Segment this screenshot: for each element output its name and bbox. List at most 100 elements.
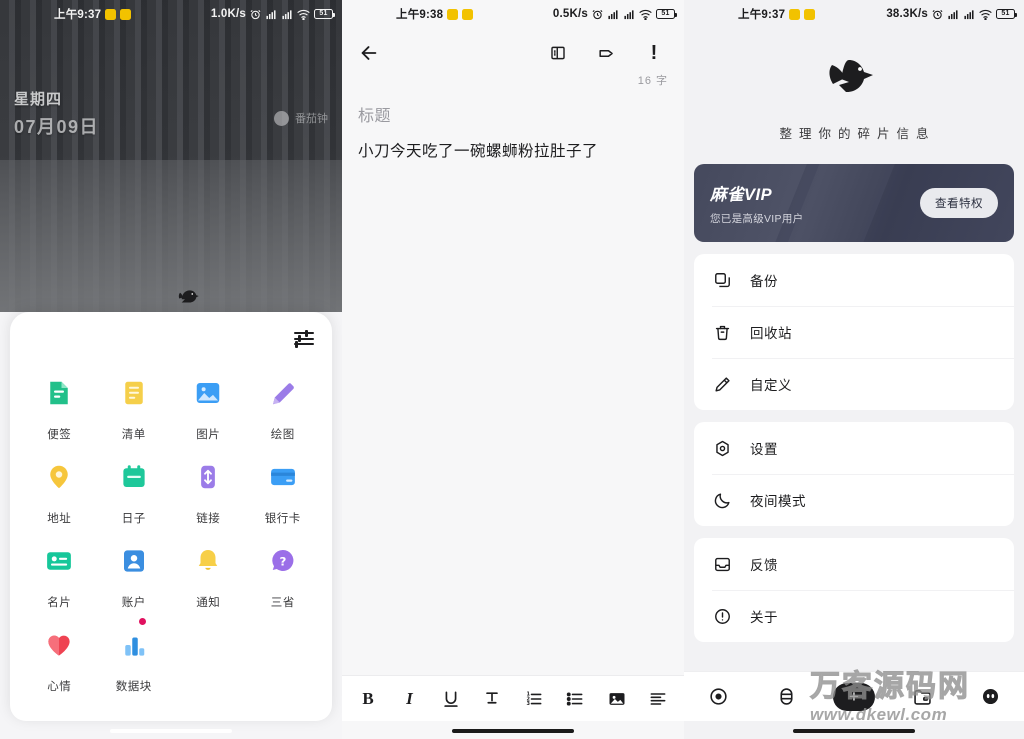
question-icon: ? (260, 538, 306, 584)
widget-label: 便签 (47, 429, 72, 441)
status-time: 上午9:37 (738, 9, 786, 21)
home-indicator-panel1[interactable] (110, 729, 232, 733)
widget-label: 地址 (47, 513, 72, 525)
home-indicator-panel2[interactable] (452, 729, 574, 733)
nav-folder-icon[interactable] (888, 686, 956, 707)
widget-item-address[interactable]: 地址 (22, 444, 97, 526)
nav-add-button[interactable]: + (820, 682, 888, 711)
widget-item-businesscard[interactable]: 名片 (22, 528, 97, 610)
pencil-edit-icon (712, 374, 732, 394)
view-privileges-button[interactable]: 查看特权 (920, 188, 998, 218)
widget-label: 图片 (196, 429, 221, 441)
widget-item-draw[interactable]: 绘图 (246, 360, 321, 442)
wallpaper (0, 0, 342, 312)
menu-label: 备份 (750, 274, 778, 289)
signal-icon-1 (266, 9, 276, 19)
bullet-list-button[interactable] (563, 687, 587, 711)
strikethrough-button[interactable] (480, 687, 504, 711)
pencil-icon (260, 370, 306, 416)
account-icon (111, 538, 157, 584)
wifi-icon (639, 9, 652, 20)
menu-item-recycle-bin[interactable]: 回收站 (694, 306, 1014, 358)
menu-item-customize[interactable]: 自定义 (694, 358, 1014, 410)
menu-item-night-mode[interactable]: 夜间模式 (694, 474, 1014, 526)
status-left: 上午9:38 (396, 6, 474, 22)
note-editor-topbar: ! (342, 28, 684, 68)
menu-label: 自定义 (750, 378, 792, 393)
menu-label: 反馈 (750, 558, 778, 573)
signal-icon-2 (964, 9, 974, 19)
widget-item-image[interactable]: 图片 (171, 360, 246, 442)
priority-icon[interactable]: ! (644, 43, 664, 63)
menu-item-settings[interactable]: 设置 (694, 422, 1014, 474)
widget-item-sansheng[interactable]: ? 三省 (246, 528, 321, 610)
align-button[interactable] (646, 687, 670, 711)
widget-item-account[interactable]: 账户 (97, 528, 172, 610)
settings-gear-icon (712, 438, 732, 458)
home-indicator-panel3[interactable] (793, 729, 915, 733)
status-network-speed: 38.3K/s (886, 8, 928, 20)
tag-icon[interactable] (596, 43, 616, 63)
status-app-chip-2 (804, 8, 816, 20)
checklist-icon (111, 370, 157, 416)
insert-image-button[interactable] (605, 687, 629, 711)
vip-banner-card[interactable]: 麻雀VIP 您已是高级VIP用户 查看特权 (694, 164, 1014, 242)
nav-record-icon[interactable] (684, 686, 752, 707)
status-time: 上午9:37 (54, 9, 102, 21)
vip-subtitle: 您已是高级VIP用户 (710, 212, 804, 225)
bar-chart-icon (111, 622, 157, 668)
widget-item-checklist[interactable]: 清单 (97, 360, 172, 442)
widget-label: 通知 (196, 597, 221, 609)
menu-item-feedback[interactable]: 反馈 (694, 538, 1014, 590)
widget-label: 名片 (47, 597, 72, 609)
word-count-label: 16 字 (637, 75, 668, 87)
lockscreen-weekday: 星期四 (14, 91, 63, 108)
inbox-icon (712, 554, 732, 574)
back-arrow-icon[interactable] (358, 42, 380, 64)
widget-label: 三省 (270, 597, 295, 609)
menu-label: 关于 (750, 610, 778, 625)
status-app-chip-2 (120, 8, 132, 20)
battery-icon: 51 (656, 9, 677, 19)
widget-empty-slot-1 (171, 612, 246, 694)
menu-item-about[interactable]: 关于 (694, 590, 1014, 642)
nav-profile-icon[interactable] (956, 686, 1024, 707)
note-body-input[interactable]: 小刀今天吃了一碗螺蛳粉拉肚子了 (342, 126, 684, 165)
sparrow-logo-icon (829, 60, 873, 92)
copy-icon (712, 270, 732, 290)
menu-label: 设置 (750, 442, 778, 457)
widget-item-note[interactable]: 便签 (22, 360, 97, 442)
battery-icon: 51 (996, 9, 1017, 19)
widget-item-bankcard[interactable]: 银行卡 (246, 444, 321, 526)
moon-icon (712, 490, 732, 510)
widget-item-day[interactable]: 日子 (97, 444, 172, 526)
pomodoro-widget[interactable]: 番茄钟 (274, 110, 328, 126)
add-fab[interactable]: + (833, 682, 875, 711)
settings-card-group-1: 备份 回收站 自定义 (694, 254, 1014, 410)
status-app-chip-1 (105, 8, 117, 20)
widget-item-mood[interactable]: 心情 (22, 612, 97, 694)
bell-icon (185, 538, 231, 584)
note-editor-actions: ! (548, 43, 668, 63)
widget-label: 链接 (196, 513, 221, 525)
svg-text:?: ? (279, 555, 286, 569)
nav-capsule-icon[interactable] (752, 686, 820, 707)
widget-label: 数据块 (115, 681, 152, 693)
status-network-speed: 0.5K/s (552, 8, 588, 20)
widget-item-notification[interactable]: 通知 (171, 528, 246, 610)
bold-button[interactable]: B (356, 687, 380, 711)
italic-button[interactable]: I (397, 687, 421, 711)
panel-layout-icon[interactable] (548, 43, 568, 63)
status-app-chip-1 (447, 8, 459, 20)
ordered-list-button[interactable]: 123 (522, 687, 546, 711)
tune-settings-icon[interactable] (294, 329, 314, 348)
note-title-input[interactable]: 标题 (342, 88, 684, 126)
app-slogan: 整理你的碎片信息 (779, 127, 936, 141)
alarm-icon (932, 9, 943, 19)
underline-button[interactable] (439, 687, 463, 711)
phone-panel-note-editor: 上午9:38 0.5K/s 51 ! 16 字 标题 小刀今天吃了一碗螺蛳粉拉肚… (342, 0, 684, 739)
widget-item-link[interactable]: 链接 (171, 444, 246, 526)
widget-item-datablock[interactable]: 数据块 (97, 612, 172, 694)
menu-item-backup[interactable]: 备份 (694, 254, 1014, 306)
signal-icon-2 (624, 9, 634, 19)
